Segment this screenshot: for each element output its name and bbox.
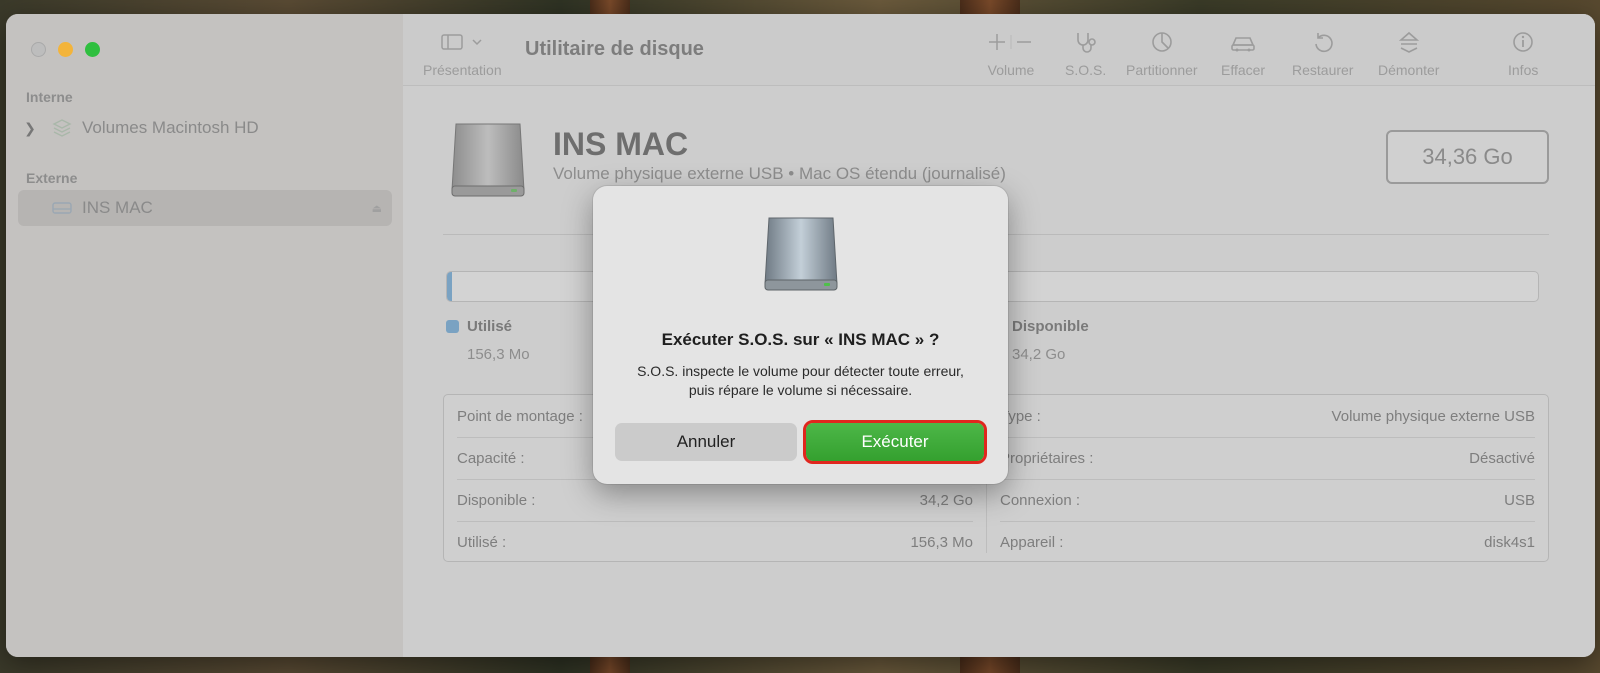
sidebar-toggle-icon — [439, 28, 485, 56]
info-key: Utilisé : — [457, 533, 507, 551]
sidebar-section-external: Externe — [26, 170, 78, 186]
layers-icon — [42, 118, 82, 138]
close-window-button[interactable] — [31, 42, 46, 57]
legend-free-value: 34,2 Go — [1012, 346, 1066, 363]
pie-chart-icon — [1150, 28, 1174, 56]
info-key: Capacité : — [457, 449, 525, 467]
plus-minus-icon — [983, 28, 1039, 56]
restore-button-label: Restaurer — [1292, 62, 1354, 78]
info-icon — [1512, 28, 1534, 56]
volume-button[interactable]: Volume — [983, 28, 1039, 78]
view-button-label: Présentation — [423, 62, 502, 78]
eraser-car-icon — [1229, 28, 1257, 56]
erase-button-label: Effacer — [1221, 62, 1266, 78]
info-key: Connexion : — [1000, 491, 1081, 509]
maximize-window-button[interactable] — [85, 42, 100, 57]
restore-arrow-icon — [1312, 28, 1334, 56]
info-value: 34,2 Go — [919, 491, 973, 509]
legend-free-label: Disponible — [1012, 318, 1089, 335]
sidebar-item-macintosh-hd[interactable]: ❯ Volumes Macintosh HD — [18, 110, 392, 146]
info-row-available: Disponible : 34,2 Go — [444, 479, 986, 521]
external-drive-icon — [42, 200, 82, 216]
cancel-button[interactable]: Annuler — [615, 423, 797, 461]
info-key: Point de montage : — [457, 407, 583, 425]
info-row-type: Type : Volume physique externe USB — [987, 395, 1548, 437]
view-button[interactable]: Présentation — [423, 28, 502, 78]
firstaid-button[interactable]: S.O.S. — [1065, 28, 1106, 78]
legend-used: Utilisé — [446, 318, 512, 335]
dialog-title: Exécuter S.O.S. sur « INS MAC » ? — [661, 330, 940, 349]
info-row-used: Utilisé : 156,3 Mo — [444, 521, 986, 563]
usage-bar-fill — [447, 272, 453, 301]
volume-button-label: Volume — [987, 62, 1035, 78]
volume-name: INS MAC — [553, 126, 689, 162]
info-value: Volume physique externe USB — [1331, 407, 1535, 425]
run-button[interactable]: Exécuter — [803, 420, 987, 464]
sidebar: Interne ❯ Volumes Macintosh HD Externe I… — [6, 14, 403, 657]
legend-used-value: 156,3 Mo — [467, 346, 530, 363]
info-key: Disponible : — [457, 491, 536, 509]
info-value: Désactivé — [1469, 449, 1535, 467]
partition-button[interactable]: Partitionner — [1126, 28, 1198, 78]
restore-button[interactable]: Restaurer — [1292, 28, 1353, 78]
info-value: USB — [1504, 491, 1535, 509]
info-value: disk4s1 — [1484, 533, 1535, 551]
window-title: Utilitaire de disque — [525, 38, 704, 60]
info-row-device: Appareil : disk4s1 — [987, 521, 1548, 563]
info-row-owners: Propriétaires : Désactivé — [987, 437, 1548, 479]
sidebar-section-internal: Interne — [26, 89, 73, 105]
toolbar: Présentation Utilitaire de disque Volume… — [403, 14, 1595, 86]
erase-button[interactable]: Effacer — [1221, 28, 1265, 78]
sidebar-item-label: Volumes Macintosh HD — [82, 118, 259, 137]
external-drive-icon — [761, 214, 841, 299]
volume-subtitle: Volume physique externe USB • Mac OS éte… — [553, 164, 1006, 183]
unmount-button-label: Démonter — [1378, 62, 1440, 78]
external-drive-icon — [448, 120, 528, 205]
sidebar-item-ins-mac[interactable]: INS MAC ⏏ — [18, 190, 392, 226]
dialog-message: S.O.S. inspecte le volume pour détecter … — [637, 363, 964, 398]
info-button[interactable]: Infos — [1508, 28, 1538, 78]
info-value: 156,3 Mo — [910, 533, 973, 551]
info-button-label: Infos — [1508, 62, 1539, 78]
eject-icon[interactable]: ⏏ — [372, 202, 382, 215]
firstaid-button-label: S.O.S. — [1065, 62, 1107, 78]
legend-used-label: Utilisé — [467, 318, 513, 335]
firstaid-dialog: Exécuter S.O.S. sur « INS MAC » ? S.O.S.… — [593, 186, 1008, 484]
unmount-button[interactable]: Démonter — [1378, 28, 1439, 78]
volume-size: 34,36 Go — [1386, 130, 1549, 184]
stethoscope-icon — [1073, 28, 1099, 56]
legend-swatch-used — [446, 320, 459, 333]
info-key: Appareil : — [1000, 533, 1064, 551]
info-row-connection: Connexion : USB — [987, 479, 1548, 521]
info-column-right: Type : Volume physique externe USB Propri… — [987, 395, 1548, 561]
chevron-right-icon[interactable]: ❯ — [18, 120, 42, 137]
sidebar-item-label: INS MAC — [82, 198, 153, 217]
minimize-window-button[interactable] — [58, 42, 73, 57]
info-key: Propriétaires : — [1000, 449, 1094, 467]
partition-button-label: Partitionner — [1126, 62, 1198, 78]
unmount-icon — [1397, 28, 1421, 56]
